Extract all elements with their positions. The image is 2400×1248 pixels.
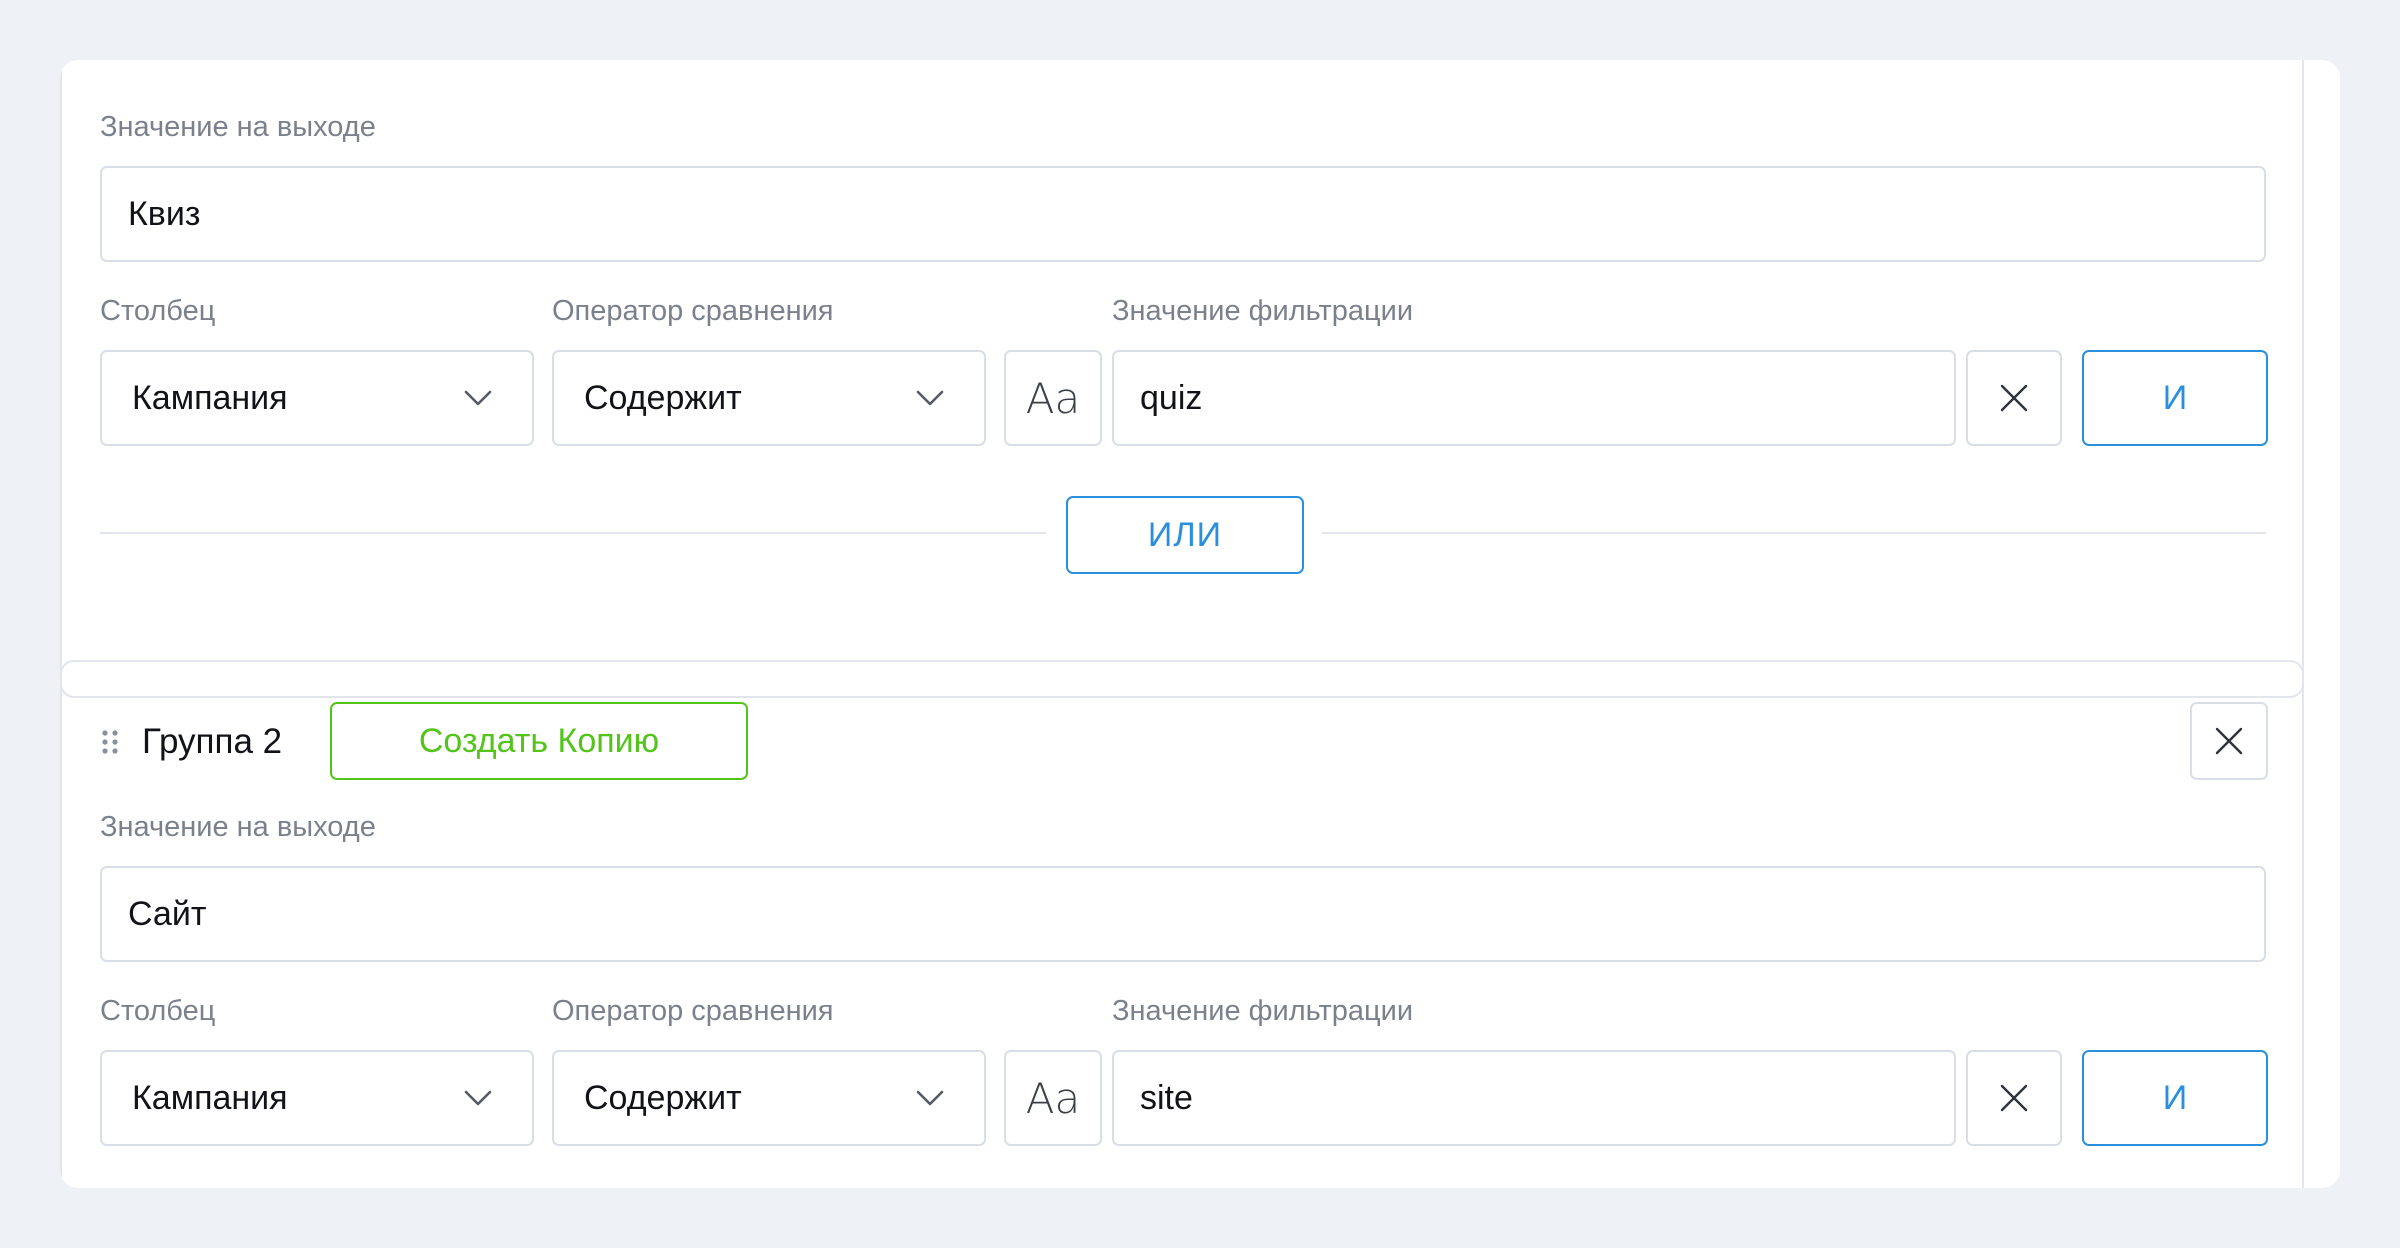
case-sensitive-toggle[interactable]: Aa — [1004, 1050, 1102, 1146]
filter-group-2: Группа 2 Создать Копию Значение на выход… — [60, 660, 2304, 1188]
create-copy-button[interactable]: Создать Копию — [330, 702, 748, 780]
case-sensitive-icon: Aa — [1025, 1073, 1081, 1123]
operator-select-value: Содержит — [584, 378, 742, 417]
close-icon — [2000, 384, 2028, 412]
and-condition-button[interactable]: И — [2082, 1050, 2268, 1146]
output-value-text: Квиз — [128, 194, 201, 233]
or-divider-right — [1322, 532, 2266, 534]
chevron-down-icon — [916, 390, 944, 406]
operator-label: Оператор сравнения — [552, 295, 834, 327]
close-icon — [2215, 727, 2243, 755]
output-value-label: Значение на выходе — [100, 111, 376, 143]
column-select-value: Кампания — [132, 1078, 288, 1117]
operator-label: Оператор сравнения — [552, 995, 834, 1027]
filter-value-label: Значение фильтрации — [1112, 295, 1414, 327]
filter-value-text: site — [1140, 1078, 1193, 1117]
filter-value-text: quiz — [1140, 378, 1203, 417]
and-condition-button[interactable]: И — [2082, 350, 2268, 446]
case-sensitive-toggle[interactable]: Aa — [1004, 350, 1102, 446]
filter-value-input[interactable]: site — [1112, 1050, 1956, 1146]
clear-condition-button[interactable] — [1966, 350, 2062, 446]
column-select[interactable]: Кампания — [100, 1050, 534, 1146]
column-select-value: Кампания — [132, 378, 288, 417]
clear-condition-button[interactable] — [1966, 1050, 2062, 1146]
operator-select[interactable]: Содержит — [552, 1050, 986, 1146]
column-label: Столбец — [100, 295, 216, 327]
chevron-down-icon — [464, 390, 492, 406]
output-value-input[interactable]: Квиз — [100, 166, 2266, 262]
chevron-down-icon — [916, 1090, 944, 1106]
column-select[interactable]: Кампания — [100, 350, 534, 446]
operator-select[interactable]: Содержит — [552, 350, 986, 446]
group-title: Группа 2 — [142, 722, 283, 761]
operator-select-value: Содержит — [584, 1078, 742, 1117]
filter-group-1: Значение на выходе Квиз Столбец Оператор… — [60, 60, 2304, 698]
case-sensitive-icon: Aa — [1025, 373, 1081, 423]
close-icon — [2000, 1084, 2028, 1112]
filter-value-label: Значение фильтрации — [1112, 995, 1414, 1027]
or-group-button[interactable]: ИЛИ — [1066, 496, 1304, 574]
filter-value-input[interactable]: quiz — [1112, 350, 1956, 446]
output-value-label: Значение на выходе — [100, 811, 376, 843]
remove-group-button[interactable] — [2190, 702, 2268, 780]
output-value-text: Сайт — [128, 894, 207, 933]
drag-handle-icon[interactable] — [100, 728, 120, 756]
output-value-input[interactable]: Сайт — [100, 866, 2266, 962]
chevron-down-icon — [464, 1090, 492, 1106]
column-label: Столбец — [100, 995, 216, 1027]
filter-groups-card: Значение на выходе Квиз Столбец Оператор… — [60, 60, 2340, 1188]
or-divider-left — [100, 532, 1046, 534]
